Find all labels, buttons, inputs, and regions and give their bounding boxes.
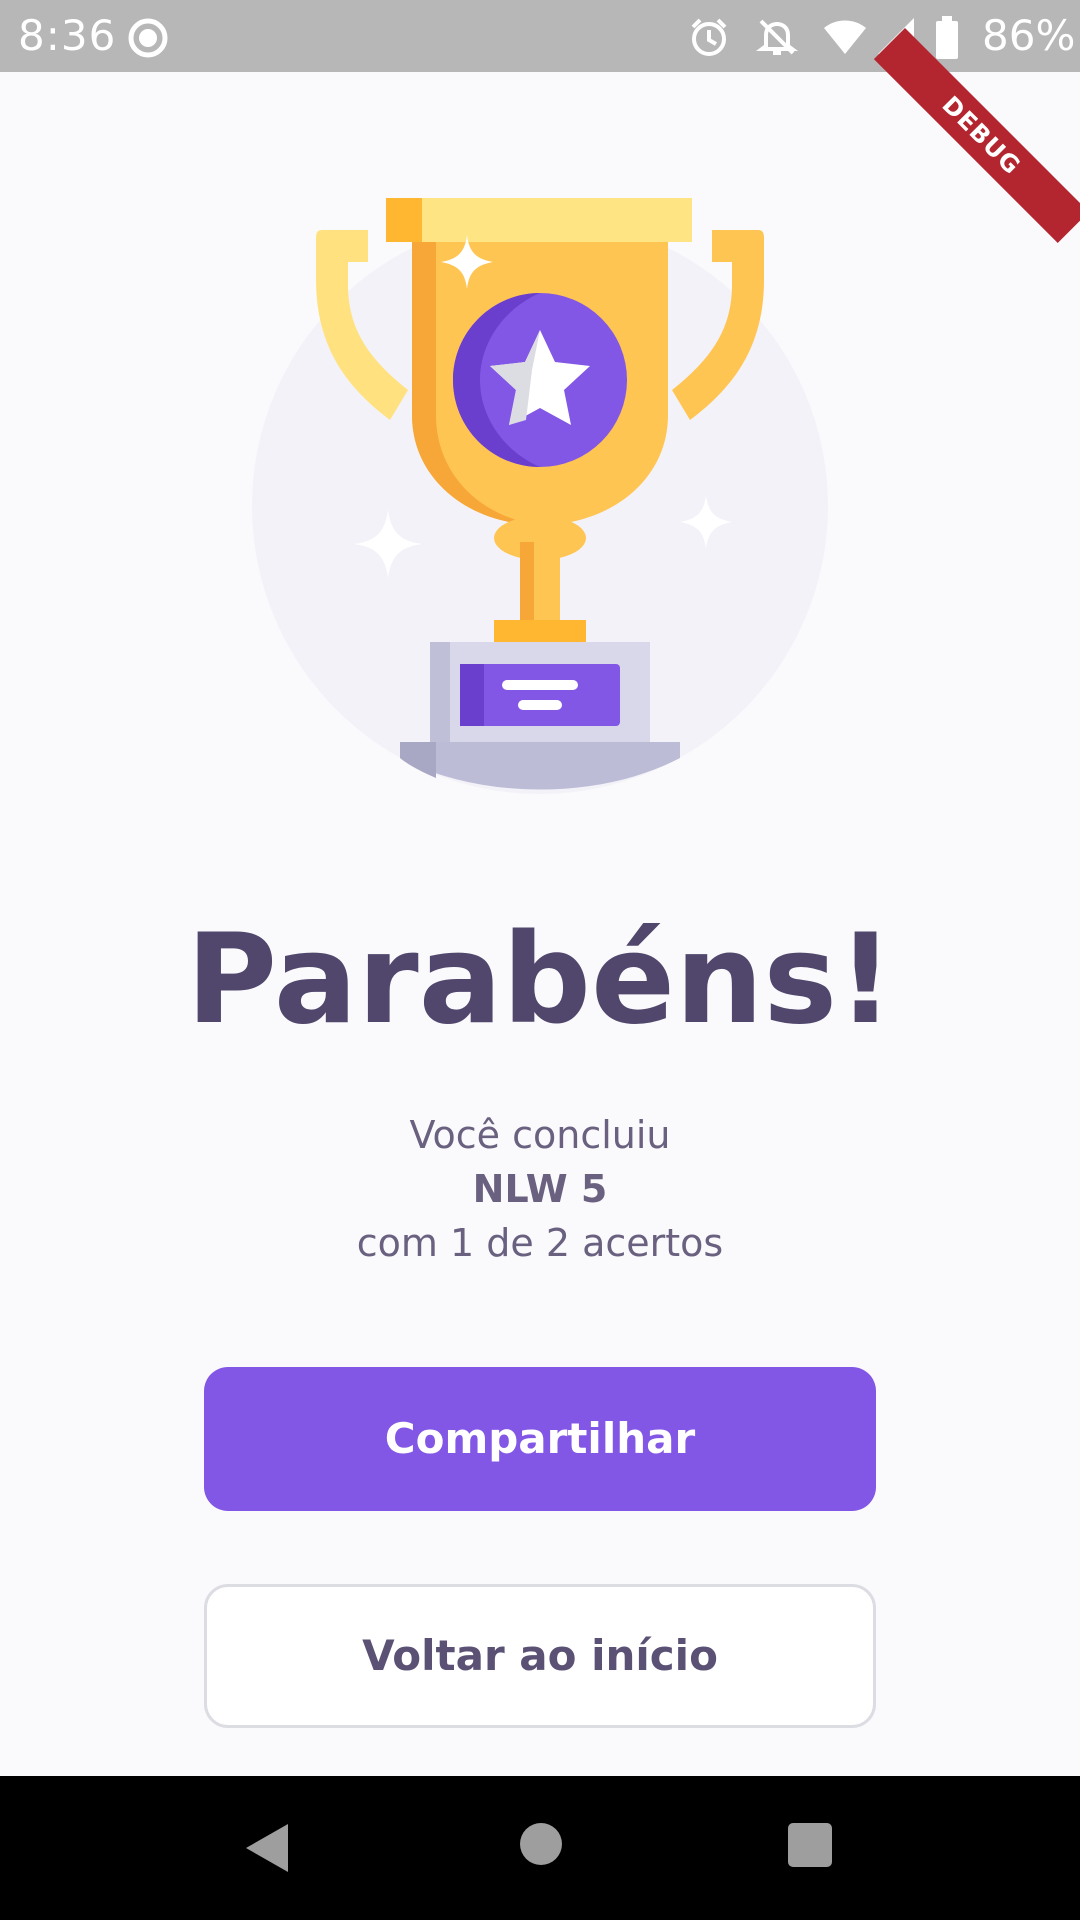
- back-to-start-button[interactable]: Voltar ao início: [204, 1584, 876, 1728]
- trophy-rim-shade: [386, 198, 422, 242]
- battery-percentage: 86%: [982, 11, 1076, 60]
- navigation-bar: [0, 1776, 1080, 1920]
- wifi-icon: [824, 20, 866, 54]
- battery-icon: [936, 16, 958, 59]
- pedestal-shade: [430, 642, 450, 752]
- result-summary: Você concluiu NLW 5 com 1 de 2 acertos: [0, 1108, 1080, 1270]
- data-saver-icon: [128, 18, 168, 58]
- alarm-icon: [691, 18, 727, 56]
- trophy-stem-base: [494, 620, 586, 644]
- status-time: 8:36: [18, 11, 117, 60]
- page-title: Parabéns!: [186, 908, 894, 1052]
- recents-icon[interactable]: [787, 1822, 833, 1868]
- share-button[interactable]: Compartilhar: [204, 1367, 876, 1511]
- trophy-illustration: [252, 198, 828, 794]
- quiz-name: NLW 5: [472, 1167, 608, 1211]
- pedestal-base: [400, 742, 680, 790]
- notifications-off-icon: [756, 19, 798, 55]
- completion-text: Você concluiu: [409, 1113, 671, 1157]
- home-icon[interactable]: [519, 1822, 563, 1866]
- trophy-rim: [386, 198, 692, 242]
- pedestal-plate-line-1: [502, 680, 578, 690]
- pedestal-plate-shade: [460, 664, 484, 726]
- score-text: com 1 de 2 acertos: [356, 1221, 724, 1265]
- back-icon[interactable]: [244, 1822, 290, 1874]
- pedestal-plate-line-2: [518, 700, 562, 710]
- pedestal-base-shade: [400, 742, 436, 778]
- trophy-stem-shade: [520, 542, 534, 622]
